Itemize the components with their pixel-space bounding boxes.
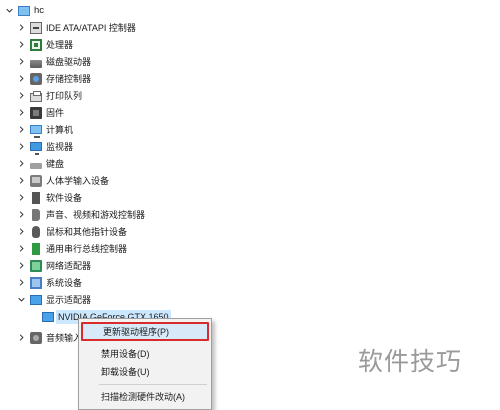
chevron-right-icon[interactable] bbox=[16, 259, 26, 273]
tree-item-label: IDE ATA/ATAPI 控制器 bbox=[46, 22, 136, 33]
software-device-icon bbox=[32, 191, 40, 204]
chevron-right-icon[interactable] bbox=[16, 140, 26, 154]
chevron-right-icon[interactable] bbox=[16, 225, 26, 239]
processor-icon bbox=[30, 38, 42, 51]
tree-item-label: 打印队列 bbox=[46, 90, 83, 101]
menu-item-label: 更新驱动程序(P) bbox=[103, 327, 169, 337]
tree-item-hid[interactable]: 人体学输入设备 bbox=[16, 172, 109, 189]
disk-drive-icon bbox=[30, 59, 42, 68]
firmware-icon bbox=[30, 106, 42, 119]
tree-item-label: 通用串行总线控制器 bbox=[46, 243, 128, 254]
context-menu: 更新驱动程序(P) 禁用设备(D) 卸载设备(U) 扫描检测硬件改动(A) bbox=[78, 318, 212, 410]
menu-item-label: 禁用设备(D) bbox=[101, 349, 150, 359]
chevron-right-icon[interactable] bbox=[16, 276, 26, 290]
tree-item-print-queue[interactable]: 打印队列 bbox=[16, 87, 82, 104]
keyboard-icon bbox=[30, 163, 42, 169]
tree-item-label: 监视器 bbox=[46, 141, 74, 152]
tree-item-keyboards[interactable]: 键盘 bbox=[16, 155, 64, 172]
system-device-icon bbox=[30, 276, 42, 289]
tree-item-computer[interactable]: 计算机 bbox=[16, 121, 73, 138]
menu-item-uninstall-device[interactable]: 卸载设备(U) bbox=[81, 362, 209, 381]
chevron-right-icon[interactable] bbox=[16, 174, 26, 188]
chevron-right-icon[interactable] bbox=[16, 21, 26, 35]
tree-item-disk-drives[interactable]: 磁盘驱动器 bbox=[16, 53, 91, 70]
tree-item-label: 鼠标和其他指针设备 bbox=[46, 226, 128, 237]
computer-icon bbox=[18, 5, 30, 16]
tree-item-ide-controller[interactable]: IDE ATA/ATAPI 控制器 bbox=[16, 19, 136, 36]
tree-item-network-adapters[interactable]: 网络适配器 bbox=[16, 257, 91, 274]
computer-icon bbox=[30, 125, 42, 138]
sound-icon bbox=[32, 208, 40, 221]
tree-item-label: 处理器 bbox=[46, 39, 74, 50]
menu-separator bbox=[99, 384, 207, 385]
storage-controller-icon bbox=[30, 72, 42, 85]
tree-item-software-devices[interactable]: 软件设备 bbox=[16, 189, 82, 206]
tree-item-system-devices[interactable]: 系统设备 bbox=[16, 274, 82, 291]
tree-item-label: 存储控制器 bbox=[46, 73, 92, 84]
tree-item-label: 磁盘驱动器 bbox=[46, 56, 92, 67]
tree-item-display-adapters[interactable]: 显示适配器 bbox=[16, 291, 91, 308]
audio-io-icon bbox=[30, 331, 42, 344]
chevron-right-icon[interactable] bbox=[16, 89, 26, 103]
tree-item-usb-controllers[interactable]: 通用串行总线控制器 bbox=[16, 240, 127, 257]
menu-item-disable-device[interactable]: 禁用设备(D) bbox=[81, 344, 209, 363]
display-adapter-icon bbox=[30, 294, 42, 305]
menu-item-scan-hardware[interactable]: 扫描检测硬件改动(A) bbox=[81, 387, 209, 406]
tree-item-label: 计算机 bbox=[46, 124, 74, 135]
tree-root-label: hc bbox=[34, 4, 45, 16]
network-adapter-icon bbox=[30, 259, 42, 272]
tree-root[interactable]: hc bbox=[4, 2, 44, 19]
menu-item-label: 扫描检测硬件改动(A) bbox=[101, 392, 185, 402]
ide-controller-icon bbox=[30, 21, 42, 34]
monitor-icon bbox=[30, 142, 42, 155]
tree-item-label: 显示适配器 bbox=[46, 294, 92, 305]
chevron-down-icon[interactable] bbox=[4, 4, 14, 18]
watermark: 软件技巧 bbox=[358, 347, 463, 376]
usb-icon bbox=[32, 242, 40, 255]
chevron-right-icon[interactable] bbox=[16, 55, 26, 69]
tree-item-sound-video-game[interactable]: 声音、视频和游戏控制器 bbox=[16, 206, 145, 223]
chevron-right-icon[interactable] bbox=[16, 331, 26, 345]
chevron-down-icon[interactable] bbox=[16, 293, 26, 307]
tree-item-label: 固件 bbox=[46, 107, 65, 118]
tree-item-processor[interactable]: 处理器 bbox=[16, 36, 73, 53]
chevron-right-icon[interactable] bbox=[16, 191, 26, 205]
chevron-right-icon[interactable] bbox=[16, 242, 26, 256]
chevron-right-icon[interactable] bbox=[16, 157, 26, 171]
menu-item-update-driver[interactable]: 更新驱动程序(P) bbox=[81, 322, 209, 341]
hid-icon bbox=[30, 174, 42, 187]
chevron-right-icon[interactable] bbox=[16, 106, 26, 120]
tree-item-label: 键盘 bbox=[46, 158, 65, 169]
chevron-right-icon[interactable] bbox=[16, 208, 26, 222]
tree-item-label: 人体学输入设备 bbox=[46, 175, 110, 186]
chevron-right-icon[interactable] bbox=[16, 72, 26, 86]
chevron-right-icon[interactable] bbox=[16, 123, 26, 137]
tree-item-mice[interactable]: 鼠标和其他指针设备 bbox=[16, 223, 127, 240]
tree-item-storage-controller[interactable]: 存储控制器 bbox=[16, 70, 91, 87]
tree-item-label: 软件设备 bbox=[46, 192, 83, 203]
printer-icon bbox=[30, 90, 42, 102]
chevron-right-icon[interactable] bbox=[16, 38, 26, 52]
mouse-icon bbox=[32, 225, 40, 238]
tree-item-label: 声音、视频和游戏控制器 bbox=[46, 209, 146, 220]
gpu-icon bbox=[42, 311, 54, 322]
tree-item-label: 系统设备 bbox=[46, 277, 83, 288]
tree-item-firmware[interactable]: 固件 bbox=[16, 104, 64, 121]
tree-item-label: 网络适配器 bbox=[46, 260, 92, 271]
tree-item-monitors[interactable]: 监视器 bbox=[16, 138, 73, 155]
device-tree: hc IDE ATA/ATAPI 控制器 处理器 磁盘驱动器 存储控制器 打印队… bbox=[0, 0, 500, 400]
menu-item-label: 卸载设备(U) bbox=[101, 367, 150, 377]
